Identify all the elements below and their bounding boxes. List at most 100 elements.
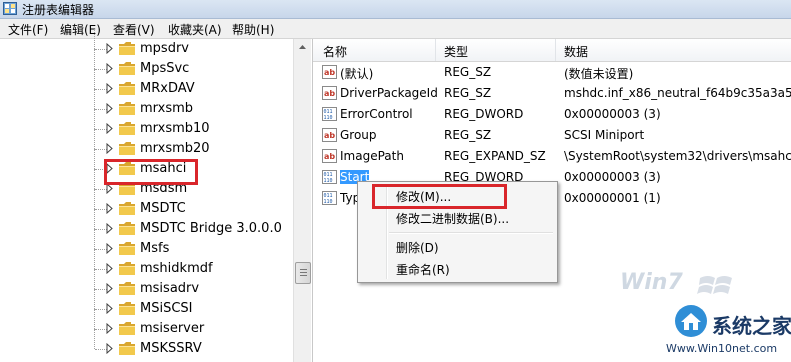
expand-arrow-icon[interactable] <box>105 342 114 355</box>
folder-icon <box>118 201 136 216</box>
value-name-text: ErrorControl <box>340 107 413 121</box>
expand-arrow-icon[interactable] <box>105 42 114 55</box>
svg-text:ab: ab <box>324 89 335 98</box>
value-row[interactable]: ab (默认) REG_SZ (数值未设置) <box>313 62 791 83</box>
folder-icon <box>118 281 136 296</box>
tree-item-label: mrxsmb <box>140 101 194 116</box>
expand-arrow-icon[interactable] <box>105 122 114 135</box>
site-watermark: Win7 系统之家 Www.Win10net.com <box>612 266 791 362</box>
menu-favorites[interactable]: 收藏夹(A) <box>168 21 222 38</box>
tree-item[interactable]: mrxsmb10 <box>0 109 292 139</box>
tree-item-label: mshidkmdf <box>140 261 213 276</box>
watermark-site-name: 系统之家 <box>712 314 791 338</box>
window-title: 注册表编辑器 <box>22 3 95 17</box>
expand-arrow-icon[interactable] <box>105 282 114 295</box>
context-menu-rename[interactable]: 重命名(R) <box>396 261 450 278</box>
expand-arrow-icon[interactable] <box>105 102 114 115</box>
expand-arrow-icon[interactable] <box>105 302 114 315</box>
svg-text:110: 110 <box>324 178 333 184</box>
tree-item[interactable]: MpsSvc <box>0 49 292 79</box>
tree-item[interactable]: MSDTC Bridge 3.0.0.0 <box>0 209 292 239</box>
column-header-type[interactable]: 类型 <box>444 43 468 60</box>
thumb-grip <box>300 275 307 276</box>
value-row[interactable]: ab DriverPackageId REG_SZ mshdc.inf_x86_neu… <box>313 83 791 104</box>
column-header-data[interactable]: 数据 <box>564 43 588 60</box>
tree-guide-line <box>94 49 96 69</box>
tree-item-label: msisadrv <box>140 281 200 296</box>
expand-arrow-icon[interactable] <box>105 82 114 95</box>
folder-icon <box>118 221 136 236</box>
tree-guide-line <box>94 149 96 169</box>
column-divider[interactable] <box>555 39 556 61</box>
folder-icon <box>118 241 136 256</box>
dword-value-icon: 011 110 <box>322 170 337 184</box>
highlight-box <box>104 159 198 185</box>
value-name: ImagePath <box>340 149 440 163</box>
tree-guide-line <box>94 329 96 349</box>
menu-separator <box>389 232 553 234</box>
value-name-text: (默认) <box>340 67 374 81</box>
folder-icon <box>118 121 136 136</box>
expand-arrow-icon[interactable] <box>105 202 114 215</box>
expand-arrow-icon[interactable] <box>105 222 114 235</box>
tree-guide-line <box>94 89 96 109</box>
tree-item[interactable]: msisadrv <box>0 269 292 299</box>
tree-item[interactable]: Msfs <box>0 229 292 259</box>
tree-guide-line <box>94 269 96 289</box>
dword-value-icon: 011 110 <box>322 107 337 121</box>
scroll-thumb[interactable] <box>295 262 311 284</box>
tree-item[interactable]: MSKSSRV <box>0 329 292 359</box>
tree-item[interactable]: mshidkmdf <box>0 249 292 279</box>
value-row[interactable]: ab ImagePath REG_EXPAND_SZ \SystemRoot\syst… <box>313 146 791 167</box>
registry-tree[interactable]: mpsdrv MpsSvc MRxDAV mrxsmb mrxsmb10 mrxsmb20… <box>0 29 313 362</box>
thumb-grip <box>300 272 307 273</box>
tree-item[interactable]: mrxsmb <box>0 89 292 119</box>
tree-guide-line <box>94 29 96 49</box>
column-divider[interactable] <box>435 39 436 61</box>
menu-view[interactable]: 查看(V) <box>113 21 155 38</box>
expand-arrow-icon[interactable] <box>105 142 114 155</box>
menu-file[interactable]: 文件(F) <box>8 21 48 38</box>
scroll-up-arrow-icon[interactable] <box>294 39 311 56</box>
tree-item[interactable]: mpsdrv <box>0 29 292 59</box>
value-type: REG_SZ <box>444 86 492 100</box>
expand-arrow-icon[interactable] <box>105 242 114 255</box>
value-name: ErrorControl <box>340 107 440 121</box>
tree-item[interactable]: mrxsmb20 <box>0 129 292 159</box>
tree-item-label: MpsSvc <box>140 61 190 76</box>
column-header-name[interactable]: 名称 <box>323 43 347 60</box>
tree-item-label: MRxDAV <box>140 81 195 96</box>
context-menu-delete[interactable]: 删除(D) <box>396 239 439 256</box>
folder-icon <box>118 101 136 116</box>
menu-bar: 文件(F) 编辑(E) 查看(V) 收藏夹(A) 帮助(H) <box>0 19 791 39</box>
tree-item[interactable]: MSDTC <box>0 189 292 219</box>
tree-item[interactable]: MRxDAV <box>0 69 292 99</box>
value-type: REG_EXPAND_SZ <box>444 149 546 163</box>
tree-guide-line <box>94 309 96 329</box>
house-logo-icon <box>675 305 707 337</box>
tree-scrollbar[interactable] <box>293 39 311 362</box>
menu-help[interactable]: 帮助(H) <box>232 21 274 38</box>
tree-item-label: Msfs <box>140 241 170 256</box>
folder-icon <box>118 81 136 96</box>
expand-arrow-icon[interactable] <box>105 262 114 275</box>
value-row[interactable]: ab Group REG_SZ SCSI Miniport <box>313 125 791 146</box>
windows-logo-icon <box>697 276 732 294</box>
tree-item[interactable]: MSiSCSI <box>0 289 292 319</box>
dword-value-icon: 011 110 <box>322 191 337 205</box>
expand-arrow-icon[interactable] <box>105 322 114 335</box>
tree-item[interactable]: msiserver <box>0 309 292 339</box>
value-data: SCSI Miniport <box>564 128 645 142</box>
string-value-icon: ab <box>322 149 337 163</box>
string-value-icon: ab <box>322 86 337 100</box>
context-menu-modify-binary[interactable]: 修改二进制数据(B)... <box>396 210 509 227</box>
regedit-icon <box>3 2 17 15</box>
value-type: REG_SZ <box>444 128 492 142</box>
svg-text:ab: ab <box>324 68 335 77</box>
tree-guide-line <box>94 229 96 249</box>
value-data: 0x00000003 (3) <box>564 170 661 184</box>
expand-arrow-icon[interactable] <box>105 62 114 75</box>
value-row[interactable]: 011 110 ErrorControl REG_DWORD 0x00000003 (3… <box>313 104 791 125</box>
tree-item-label: mrxsmb20 <box>140 141 210 156</box>
watermark-brand: Win7 <box>620 270 683 295</box>
